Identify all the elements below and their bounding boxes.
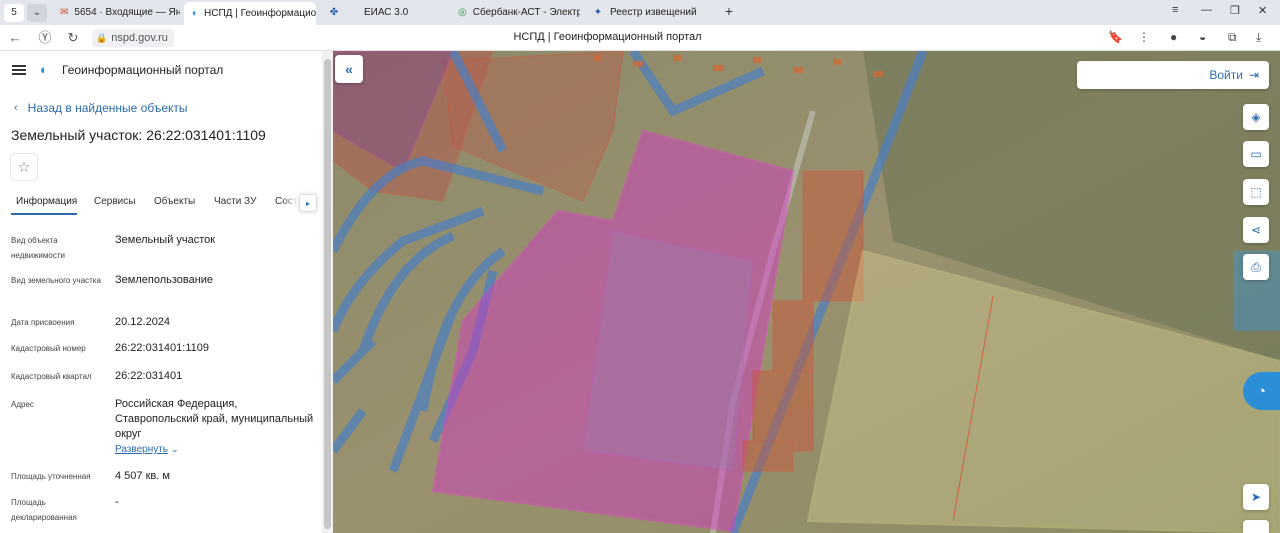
inner-compound <box>582 230 754 472</box>
tab-label: ЕИАС 3.0 <box>364 7 409 18</box>
collapse-panel-icon[interactable]: « <box>335 55 363 83</box>
map-tool-icon[interactable] <box>1243 520 1269 533</box>
browser-tab-nspd[interactable]: ◐ НСПД | Геоинформацион ✕ <box>184 2 316 25</box>
map-view[interactable] <box>333 51 1280 533</box>
browser-tab-bar: 5 ⌄ ✉ 5654 · Входящие — Яндекс ◐ НСПД | … <box>0 0 1280 25</box>
downloads-icon[interactable]: ⤓ <box>1256 30 1261 45</box>
tab-label: Сбербанк-АСТ - Электро <box>472 7 580 18</box>
restore-icon[interactable]: ❐ <box>1230 4 1240 17</box>
address-bar: ← Ⓨ ↻ 🔒 nspd.gov.ru НСПД | Геоинформацио… <box>0 25 1280 51</box>
ruler-icon[interactable]: ▭ <box>1243 141 1269 167</box>
print-icon[interactable]: ⎙ <box>1243 254 1269 280</box>
layers-icon[interactable]: ◈ <box>1243 104 1269 130</box>
burger-menu-icon[interactable] <box>12 65 26 75</box>
page-title: НСПД | Геоинформационный портал <box>513 31 702 43</box>
tab-label: НСПД | Геоинформацион <box>204 8 316 19</box>
eias-icon: ✤ <box>329 7 339 18</box>
row-value: Российская Федерация, Ставропольский кра… <box>115 397 315 457</box>
row-value: 20.12.2024 <box>115 316 171 328</box>
browser-tab-registry[interactable]: ✦ Реестр извещений <box>584 2 716 23</box>
login-button[interactable]: Войти ⇥ <box>1077 61 1269 89</box>
select-area-icon[interactable]: ⬚ <box>1243 179 1269 205</box>
favorite-star-icon[interactable]: ☆ <box>10 153 38 181</box>
portal-logo-icon: ◐ <box>40 62 48 77</box>
bookmark-icon[interactable]: 🔖 <box>1108 30 1123 44</box>
registry-icon: ✦ <box>593 7 603 18</box>
address-text: Российская Федерация, Ставропольский кра… <box>115 398 314 440</box>
back-to-results-link[interactable]: ‹ Назад в найденные объекты <box>14 101 188 115</box>
browser-tab-sber[interactable]: ◎ Сбербанк-АСТ - Электро <box>450 2 580 23</box>
back-label: Назад в найденные объекты <box>27 101 188 115</box>
tab-label: Реестр извещений <box>610 7 697 18</box>
active-tab-underline <box>11 213 77 215</box>
extension-icon[interactable]: ● <box>1170 30 1177 44</box>
browser-tab-eias[interactable]: ✤ ЕИАС 3.0 <box>320 2 448 23</box>
panel-header: ◐ Геоинформационный портал <box>12 63 223 77</box>
row-value: 4 507 кв. м <box>115 470 170 482</box>
login-icon: ⇥ <box>1248 68 1259 82</box>
profile-icon[interactable]: ◒ <box>1199 30 1206 44</box>
row-value: 26:22:031401:1109 <box>115 342 209 354</box>
tab-parts[interactable]: Части ЗУ <box>214 196 256 207</box>
close-window-icon[interactable]: ✕ <box>1258 4 1267 17</box>
chevron-down-icon[interactable]: ⌄ <box>171 444 179 454</box>
satellite-map[interactable] <box>333 51 1280 533</box>
mail-icon: ✉ <box>60 7 69 18</box>
tab-label: 5654 · Входящие — Яндекс <box>74 7 180 18</box>
nspd-icon: ◐ <box>192 8 199 19</box>
row-value: - <box>115 496 119 508</box>
row-label: Вид объекта недвижимости <box>11 236 65 260</box>
row-value: Землепользование <box>115 274 214 286</box>
tab-information[interactable]: Информация <box>16 196 77 207</box>
row-label: Кадастровый номер <box>11 344 86 353</box>
row-label: Площадь уточненная <box>11 472 91 481</box>
tabs-dropdown-icon[interactable]: ⌄ <box>27 3 47 22</box>
locate-icon[interactable]: ➤ <box>1243 484 1269 510</box>
new-tab-icon[interactable]: + <box>722 4 736 18</box>
more-icon[interactable]: ⋮ <box>1138 30 1150 44</box>
portal-title: Геоинформационный портал <box>62 63 224 77</box>
row-label: Кадастровый квартал <box>11 372 92 381</box>
sber-icon: ◎ <box>458 7 467 18</box>
row-value: Земельный участок <box>115 234 216 246</box>
row-value: 26:22:031401 <box>115 370 183 382</box>
collections-icon[interactable]: ⧉ <box>1228 30 1237 45</box>
tab-services[interactable]: Сервисы <box>94 196 135 207</box>
expand-link[interactable]: Развернуть <box>115 444 168 455</box>
object-tabs: Информация Сервисы Объекты Части ЗУ Сост… <box>0 189 322 217</box>
tabs-fade <box>282 189 299 213</box>
object-title: Земельный участок: 26:22:031401:1109 <box>11 127 266 143</box>
scrollbar-thumb[interactable] <box>324 59 331 529</box>
browser-tab-mail[interactable]: ✉ 5654 · Входящие — Яндекс <box>52 2 180 23</box>
row-label: Дата присвоения <box>11 318 75 327</box>
tab-objects[interactable]: Объекты <box>154 196 195 207</box>
chat-icon[interactable]: ◔ <box>1243 372 1280 410</box>
chevron-left-icon: ‹ <box>14 102 18 114</box>
share-icon[interactable]: ⋖ <box>1243 217 1269 243</box>
row-label: Вид земельного участка <box>11 276 101 285</box>
minimize-icon[interactable]: — <box>1201 4 1212 16</box>
object-info-panel: ◐ Геоинформационный портал ‹ Назад в най… <box>0 51 322 533</box>
menu-icon[interactable]: ≡ <box>1172 4 1178 16</box>
tabs-scroll-right-icon[interactable]: ▸ <box>299 194 317 212</box>
tab-counter[interactable]: 5 <box>4 3 24 22</box>
panel-scrollbar[interactable] <box>322 51 333 533</box>
login-label: Войти <box>1209 68 1243 82</box>
row-label: Площадь декларированная <box>11 498 77 522</box>
row-label: Адрес <box>11 400 34 409</box>
